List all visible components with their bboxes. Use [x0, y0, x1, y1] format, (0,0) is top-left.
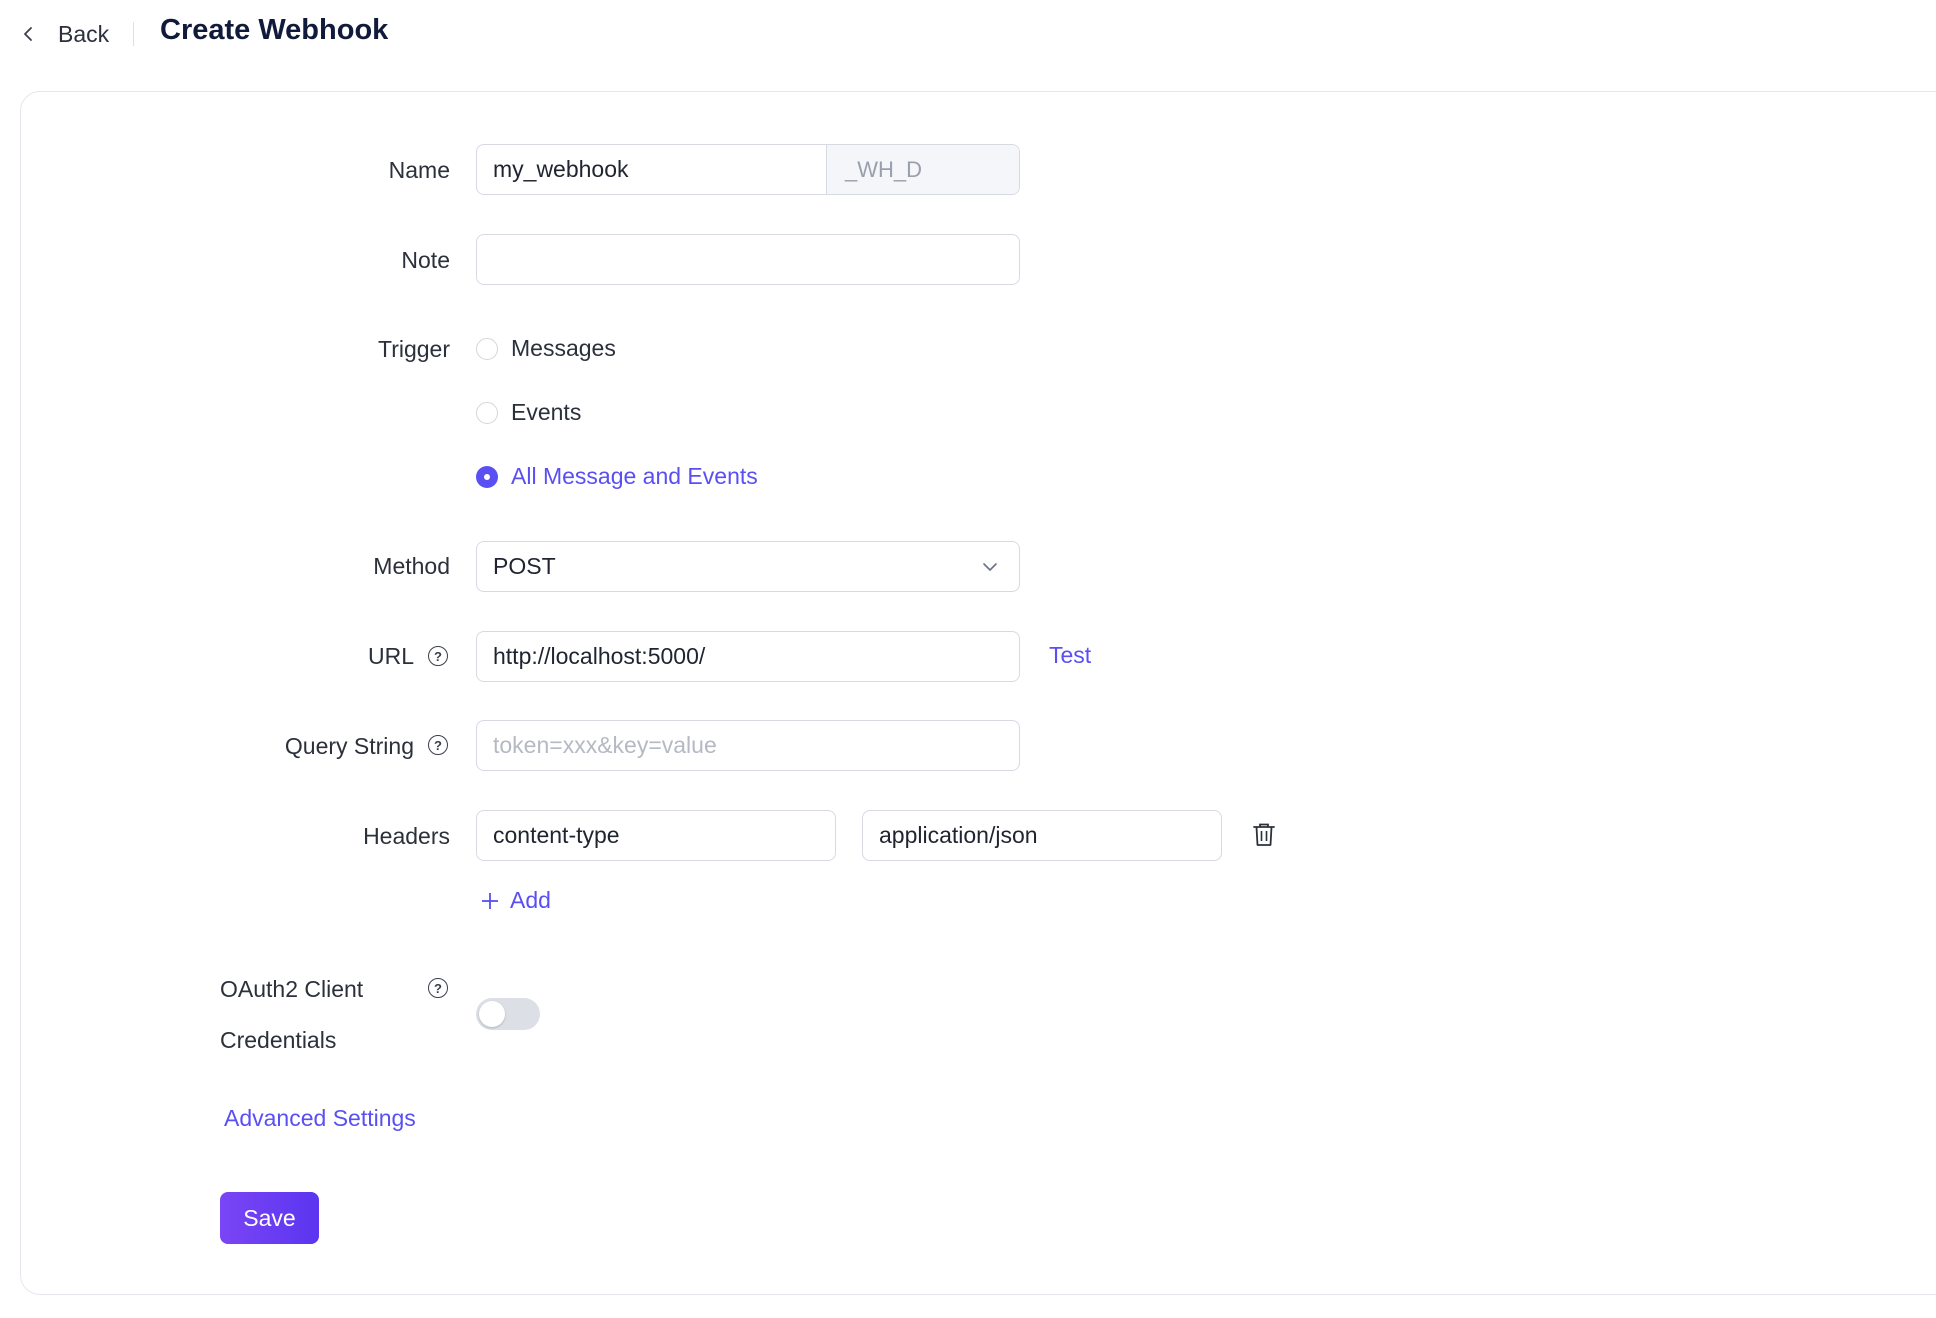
note-label: Note — [401, 247, 450, 273]
name-value: my_webhook — [493, 156, 629, 182]
oauth2-label-line1: OAuth2 Client — [220, 976, 364, 1002]
header-key-input[interactable]: content-type — [476, 810, 836, 861]
oauth2-label-line2: Credentials — [220, 1027, 337, 1053]
trigger-option-messages[interactable]: Messages — [476, 335, 616, 362]
trigger-option-label: Events — [511, 399, 582, 425]
trigger-option-all[interactable]: All Message and Events — [476, 463, 758, 490]
back-label: Back — [58, 20, 110, 47]
add-header-label: Add — [510, 887, 551, 913]
header-divider — [133, 22, 134, 46]
radio-messages[interactable] — [476, 337, 498, 360]
test-link[interactable]: Test — [1049, 642, 1091, 669]
headers-label: Headers — [363, 823, 450, 849]
method-value: POST — [493, 553, 556, 579]
question-circle-icon[interactable]: ? — [428, 978, 448, 998]
trash-icon[interactable] — [1252, 822, 1276, 848]
plus-icon — [482, 892, 498, 909]
note-input[interactable] — [476, 234, 1020, 285]
trigger-label: Trigger — [378, 336, 450, 362]
chevron-left-icon — [24, 27, 32, 41]
method-select[interactable]: POST — [476, 541, 1020, 592]
question-circle-icon[interactable]: ? — [428, 735, 448, 755]
query-string-label: Query String — [284, 733, 414, 759]
name-suffix: _WH_D — [826, 145, 1019, 194]
advanced-settings-link[interactable]: Advanced Settings — [224, 1105, 416, 1132]
add-header-button[interactable]: Add — [480, 887, 551, 914]
radio-events[interactable] — [476, 401, 498, 424]
back-button[interactable]: Back — [20, 16, 109, 52]
trigger-option-events[interactable]: Events — [476, 399, 581, 426]
page-header: Back Create Webhook — [0, 0, 1936, 68]
header-value-value: application/json — [879, 822, 1038, 848]
method-label: Method — [373, 553, 450, 579]
chevron-down-icon — [983, 563, 997, 571]
name-label: Name — [388, 157, 450, 183]
name-input[interactable]: my_webhook _WH_D — [476, 144, 1020, 195]
trigger-option-label: All Message and Events — [511, 463, 758, 489]
query-string-placeholder: token=xxx&key=value — [493, 732, 717, 758]
trigger-option-label: Messages — [511, 335, 616, 361]
header-value-input[interactable]: application/json — [862, 810, 1222, 861]
save-button[interactable]: Save — [220, 1192, 319, 1244]
question-circle-icon[interactable]: ? — [428, 646, 448, 666]
toggle-knob — [479, 1001, 505, 1027]
query-string-input[interactable]: token=xxx&key=value — [476, 720, 1020, 771]
url-label: URL — [367, 643, 414, 669]
page-title: Create Webhook — [160, 14, 389, 46]
url-input[interactable]: http://localhost:5000/ — [476, 631, 1020, 682]
url-value: http://localhost:5000/ — [493, 643, 706, 669]
radio-all-checked[interactable] — [476, 465, 498, 488]
oauth2-toggle[interactable] — [476, 998, 540, 1030]
header-key-value: content-type — [493, 822, 620, 848]
